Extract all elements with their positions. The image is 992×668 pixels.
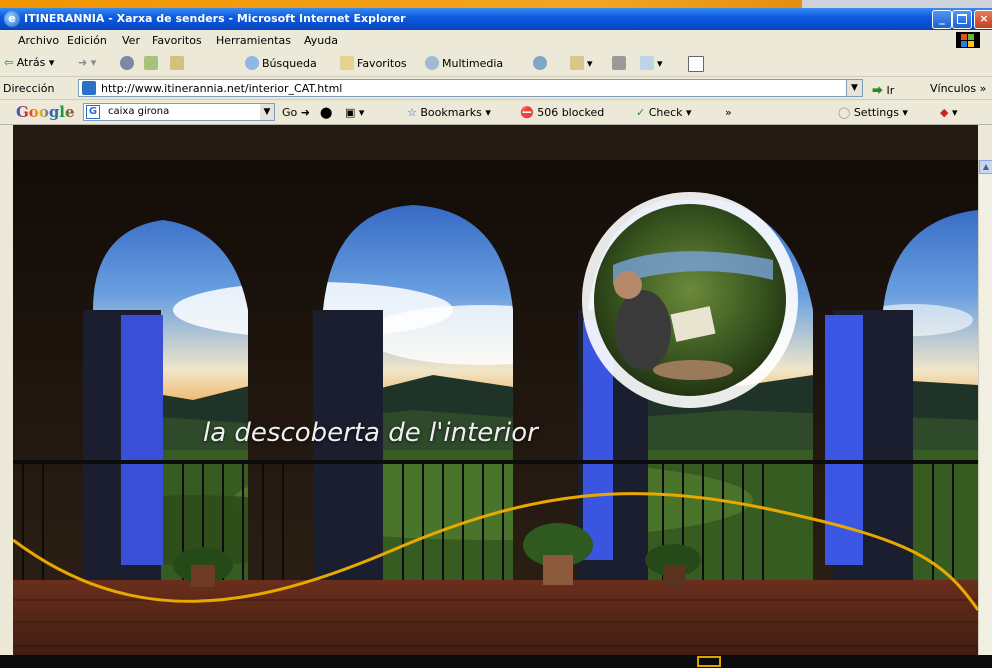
address-url: http://www.itinerannia.net/interior_CAT.… xyxy=(101,82,343,95)
links-button[interactable]: Vínculos » xyxy=(930,82,986,95)
vertical-scrollbar[interactable]: ▲ xyxy=(978,160,992,668)
menu-item-herramientas[interactable]: Herramientas xyxy=(216,34,291,47)
back-arrow-icon: ⇦ xyxy=(4,56,14,69)
minimize-button[interactable]: _ xyxy=(932,10,952,29)
maximize-icon xyxy=(957,14,967,24)
search-button[interactable]: Búsqueda xyxy=(245,56,317,70)
search-label: Búsqueda xyxy=(262,57,317,70)
page-bottom-bar xyxy=(0,655,992,668)
pagerank-icon[interactable]: ⬤ xyxy=(320,106,332,119)
google-go-button[interactable]: Go ➜ xyxy=(282,106,310,119)
google-search-dropdown[interactable]: ▼ xyxy=(260,104,274,120)
scroll-up-button[interactable]: ▲ xyxy=(979,160,992,174)
forward-button[interactable]: ➜ ▾ xyxy=(78,56,96,69)
bookmarks-button[interactable]: ☆ Bookmarks ▾ xyxy=(407,106,491,119)
google-toolbar: Google G caixa girona ▼ Go ➜ ⬤ ▣ ▾ ☆ Boo… xyxy=(0,100,992,125)
history-button[interactable] xyxy=(533,56,550,70)
spell-check-icon: ✓ xyxy=(636,106,646,119)
google-search-value: caixa girona xyxy=(108,106,170,117)
stop-button[interactable] xyxy=(120,56,137,70)
mail-button[interactable]: ▾ xyxy=(570,56,593,70)
discuss-button[interactable] xyxy=(688,56,707,72)
hero-tagline: la descoberta de l'interior xyxy=(203,418,538,448)
window-title-bar[interactable]: e ITINERANNIA - Xarxa de senders - Micro… xyxy=(0,8,992,30)
favorites-button[interactable]: Favoritos xyxy=(340,56,407,70)
internet-explorer-icon: e xyxy=(4,11,20,27)
check-label: Check xyxy=(648,106,683,119)
settings-button[interactable]: ◯ Settings ▾ xyxy=(838,106,908,119)
maximize-button[interactable] xyxy=(952,10,972,29)
hero-photo xyxy=(13,160,978,668)
menu-item-ayuda[interactable]: Ayuda xyxy=(304,34,338,47)
address-input[interactable]: http://www.itinerannia.net/interior_CAT.… xyxy=(78,79,850,97)
page-top-banner xyxy=(13,125,978,160)
google-go-label: Go xyxy=(282,106,298,119)
window-title: ITINERANNIA - Xarxa de senders - Microso… xyxy=(24,12,406,25)
address-bar: Dirección http://www.itinerannia.net/int… xyxy=(0,77,992,100)
go-arrow-icon: ⮕ xyxy=(872,84,883,97)
go-button[interactable]: ⮕ Ir xyxy=(872,82,894,98)
home-icon xyxy=(170,56,184,70)
toolbar-overflow-button[interactable]: » xyxy=(725,106,732,119)
print-icon xyxy=(612,56,626,70)
links-label: Vínculos xyxy=(930,82,977,95)
home-button[interactable] xyxy=(170,56,187,70)
translate-icon: ◆ xyxy=(940,106,949,119)
google-logo-text: Google xyxy=(16,103,75,121)
search-icon xyxy=(245,56,259,70)
address-label: Dirección xyxy=(3,82,55,95)
address-dropdown-button[interactable]: ▼ xyxy=(846,79,863,97)
blocked-label: 506 blocked xyxy=(537,106,605,119)
stop-icon xyxy=(120,56,134,70)
spell-check-button[interactable]: ✓ Check ▾ xyxy=(636,106,692,119)
windows-logo-icon xyxy=(956,32,980,48)
menu-item-ver[interactable]: Ver xyxy=(122,34,140,47)
back-button[interactable]: ⇦ Atrás ▾ xyxy=(4,56,54,69)
page-icon xyxy=(82,81,96,95)
menu-item-archivo[interactable]: Archivo xyxy=(18,34,59,47)
favorites-icon xyxy=(340,56,354,70)
settings-icon: ◯ xyxy=(838,106,851,119)
menu-item-favoritos[interactable]: Favoritos xyxy=(152,34,202,47)
popup-blocker-icon: ⛔ xyxy=(520,106,534,119)
go-label: Ir xyxy=(886,84,895,97)
settings-label: Settings xyxy=(853,106,899,119)
print-button[interactable] xyxy=(612,56,629,70)
google-search-input[interactable]: G caixa girona ▼ xyxy=(83,103,275,121)
chevron-down-icon: ▾ xyxy=(48,56,55,69)
google-g-icon: G xyxy=(86,105,100,119)
bookmarks-label: Bookmarks xyxy=(420,106,482,119)
back-label: Atrás xyxy=(16,56,46,69)
page-content: la descoberta de l'interior xyxy=(13,160,978,668)
history-icon xyxy=(533,56,547,70)
star-icon: ☆ xyxy=(407,106,417,119)
menu-item-edicion[interactable]: Edición xyxy=(67,34,107,47)
mail-envelope-icon[interactable] xyxy=(697,656,721,667)
favorites-label: Favoritos xyxy=(357,57,407,70)
google-logo[interactable]: Google xyxy=(16,103,75,121)
refresh-icon xyxy=(144,56,158,70)
mail-icon xyxy=(570,56,584,70)
multimedia-button[interactable]: Multimedia xyxy=(425,56,503,70)
news-icon[interactable]: ▣ ▾ xyxy=(345,106,364,119)
standard-buttons-toolbar: ⇦ Atrás ▾ ➜ ▾ Búsqueda Favoritos Multime… xyxy=(0,50,992,77)
edit-button[interactable]: ▾ xyxy=(640,56,663,70)
multimedia-label: Multimedia xyxy=(442,57,504,70)
edit-icon xyxy=(640,56,654,70)
translate-button[interactable]: ◆ ▾ xyxy=(940,106,958,119)
close-button[interactable]: × xyxy=(974,10,992,29)
discuss-icon xyxy=(688,56,704,72)
popup-blocker-button[interactable]: ⛔ 506 blocked xyxy=(520,106,604,119)
multimedia-icon xyxy=(425,56,439,70)
refresh-button[interactable] xyxy=(144,56,161,70)
menu-bar: Archivo Edición Ver Favoritos Herramient… xyxy=(0,30,992,51)
